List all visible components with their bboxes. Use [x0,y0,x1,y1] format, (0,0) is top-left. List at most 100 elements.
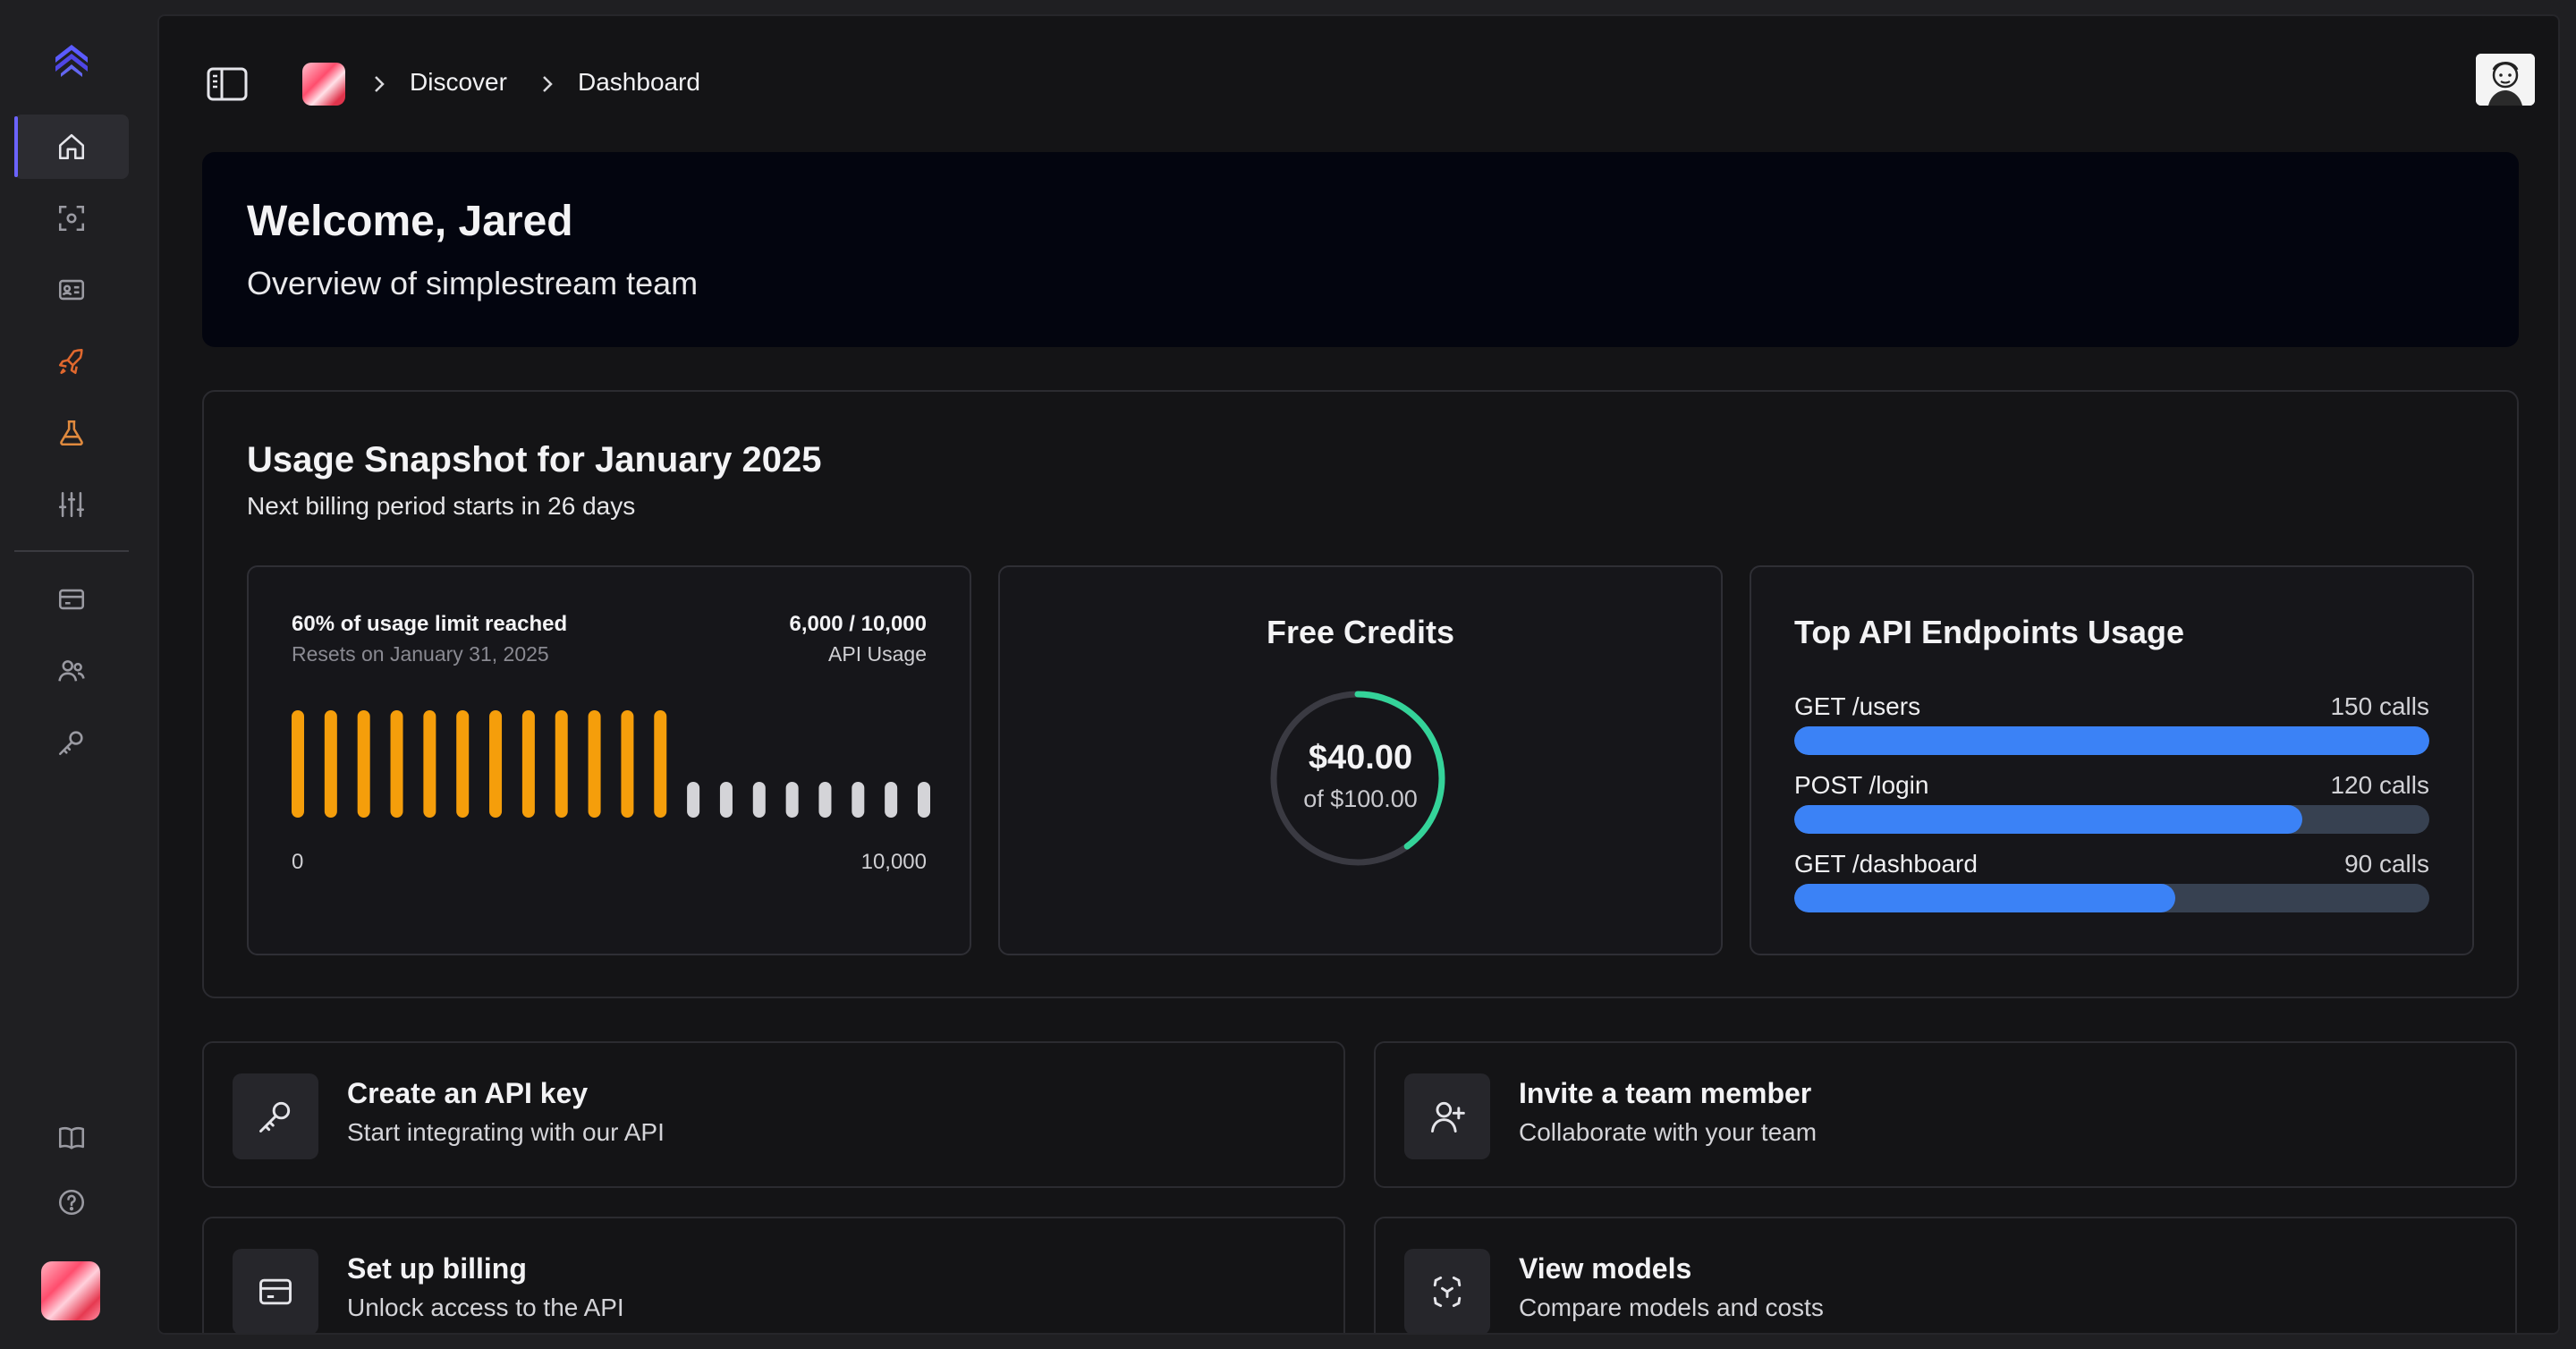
sidebar-item-scan[interactable] [14,186,129,250]
usage-segment-filled [292,710,304,818]
sidebar-item-api-keys[interactable] [14,710,129,775]
credit-card-icon [58,589,85,610]
usage-segment-filled [324,710,337,818]
users-icon [58,660,85,682]
usage-segment-filled [555,710,568,818]
endpoint-calls: 150 calls [2330,692,2429,720]
credits-amount: $40.00 [1308,739,1413,776]
endpoint-bar-track [1794,805,2429,834]
free-credits-title: Free Credits [1266,614,1455,650]
action-description: Compare models and costs [1519,1294,1824,1321]
usage-segment-empty [785,782,799,818]
sidebar-divider [14,550,129,552]
sidebar-item-lab[interactable] [14,401,129,465]
endpoint-bar-fill [1794,884,2175,912]
usage-limit-card: 60% of usage limit reached Resets on Jan… [247,565,971,955]
main-panel: Discover Dashboard Welcome, Jared Overvi… [157,14,2560,1335]
credit-card-icon [259,1278,292,1305]
sidebar-item-billing[interactable] [14,567,129,632]
action-description: Unlock access to the API [347,1294,624,1321]
usage-segment-filled [521,710,535,818]
endpoint-calls: 120 calls [2330,771,2429,799]
action-icon-box [233,1073,318,1159]
create-api-key-card[interactable]: Create an API key Start integrating with… [202,1041,1345,1188]
home-icon [58,133,85,160]
endpoint-name: POST /login [1794,771,1929,799]
endpoint-row: GET /users 150 calls [1794,692,2429,755]
endpoint-row: POST /login 120 calls [1794,771,2429,834]
endpoint-bar-track [1794,726,2429,755]
usage-segment-filled [621,710,634,818]
endpoint-bar-fill [1794,805,2302,834]
team-avatar[interactable] [41,1261,100,1320]
invite-team-member-card[interactable]: Invite a team member Collaborate with yo… [1374,1041,2517,1188]
usage-segment-empty [852,782,865,818]
action-icon-box [233,1249,318,1333]
breadcrumb-discover[interactable]: Discover [410,68,507,97]
usage-segment-empty [687,782,700,818]
sidebar-item-help[interactable] [14,1170,129,1234]
endpoints-title: Top API Endpoints Usage [1794,614,2185,650]
credits-total: of $100.00 [1303,785,1418,812]
logo-icon[interactable] [50,38,93,81]
setup-billing-card[interactable]: Set up billing Unlock access to the API [202,1217,1345,1333]
sidebar-item-deploy[interactable] [14,329,129,394]
chevron-right-icon [543,76,553,92]
sidebar-item-settings[interactable] [14,472,129,537]
sidebar-item-contacts[interactable] [14,258,129,322]
action-title: Create an API key [347,1077,589,1109]
sliders-icon [58,491,85,518]
usage-snapshot: Usage Snapshot for January 2025 Next bil… [202,390,2519,998]
action-icon-box [1404,1073,1490,1159]
welcome-title: Welcome, Jared [247,198,573,245]
usage-segment-filled [357,710,370,818]
sidebar-item-team[interactable] [14,639,129,703]
usage-segment-filled [456,710,470,818]
usage-segment-filled [423,710,436,818]
help-icon [58,1189,85,1216]
usage-subtitle: Next billing period starts in 26 days [247,492,636,520]
team-thumbnail[interactable] [302,63,345,106]
view-models-card[interactable]: View models Compare models and costs [1374,1217,2517,1333]
usage-unit: API Usage [828,642,927,666]
usage-limit-status: 60% of usage limit reached [292,612,568,636]
endpoint-calls: 90 calls [2344,850,2429,878]
usage-count: 6,000 / 10,000 [789,612,927,636]
usage-segment-empty [719,782,733,818]
breadcrumb-dashboard[interactable]: Dashboard [578,68,700,97]
user-avatar[interactable] [2476,54,2535,106]
usage-segment-filled [390,710,403,818]
usage-segment-filled [654,710,667,818]
id-card-icon [58,279,85,301]
usage-segment-empty [918,782,930,818]
endpoint-name: GET /users [1794,692,1921,720]
endpoints-card: Top API Endpoints Usage GET /users 150 c… [1750,565,2474,955]
usage-segment-filled [489,710,503,818]
action-icon-box [1404,1249,1490,1333]
credits-gauge [1270,691,1445,866]
action-title: Invite a team member [1519,1077,1812,1109]
chevron-right-icon [375,76,385,92]
endpoint-row: GET /dashboard 90 calls [1794,850,2429,912]
endpoint-name: GET /dashboard [1794,850,1978,878]
book-icon [58,1126,85,1150]
action-title: View models [1519,1252,1692,1285]
usage-title: Usage Snapshot for January 2025 [247,440,822,479]
usage-axis-max: 10,000 [860,850,927,874]
welcome-banner: Welcome, Jared Overview of simplestream … [202,152,2519,347]
sidebar-toggle-icon[interactable] [206,66,249,102]
user-avatar-icon [2476,54,2535,106]
key-icon [259,1101,291,1133]
action-description: Start integrating with our API [347,1118,665,1146]
endpoint-bar-track [1794,884,2429,912]
endpoint-bar-fill [1794,726,2429,755]
sidebar-item-docs[interactable] [14,1106,129,1170]
scan-icon [58,205,85,232]
action-title: Set up billing [347,1252,527,1285]
sidebar-item-home[interactable] [14,115,129,179]
usage-segment-empty [885,782,898,818]
key-icon [58,731,83,756]
rocket-icon [58,348,83,375]
free-credits-card: Free Credits $40.00 of $100.00 [998,565,1723,955]
usage-segment-empty [818,782,832,818]
